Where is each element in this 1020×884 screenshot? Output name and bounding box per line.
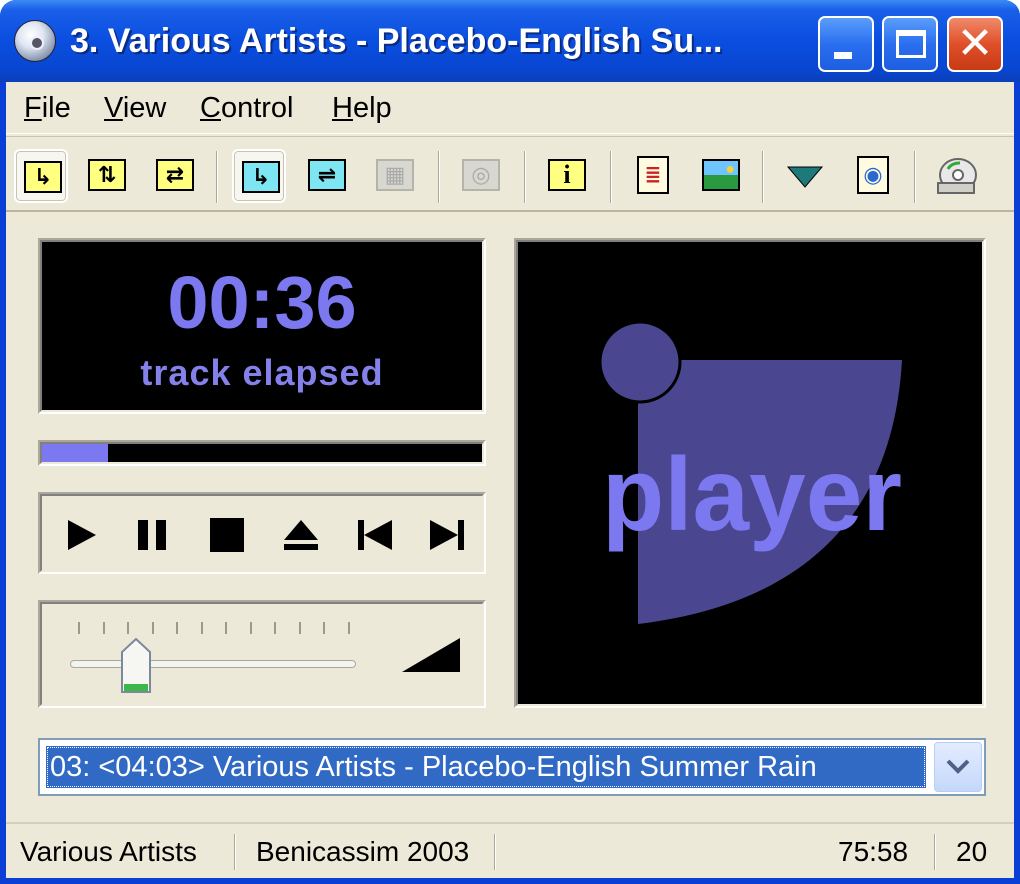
pause-button[interactable] <box>128 512 178 558</box>
shuffle-icon: ⇌ <box>308 159 346 191</box>
minimize-icon <box>834 52 852 59</box>
playlist-icon: ≣ <box>637 156 669 194</box>
album-art-icon: ● <box>702 159 740 191</box>
stop-button[interactable] <box>202 512 252 558</box>
menu-control[interactable]: Control <box>200 92 294 125</box>
transport-controls <box>38 492 486 574</box>
track-select-dropdown[interactable]: 03: <04:03> Various Artists - Placebo-En… <box>38 738 986 796</box>
volume-tick <box>298 622 301 634</box>
volume-tick <box>274 622 276 634</box>
next-track-button[interactable] <box>422 512 472 558</box>
dropdown-button[interactable] <box>934 742 982 792</box>
volume-level-icon <box>402 638 460 672</box>
shuffle-button[interactable]: ⇌ <box>300 149 354 203</box>
intro-scan-button[interactable]: ▦ <box>368 149 422 203</box>
cd-settings-button[interactable] <box>930 149 984 203</box>
logo-text: player <box>602 437 902 553</box>
volume-control <box>38 600 486 708</box>
normal-order-icon: ↳ <box>242 161 280 193</box>
repeat-all-button[interactable]: ⇄ <box>148 149 202 203</box>
chevron-down-icon <box>946 759 970 774</box>
continuous-play-button[interactable]: ↳ <box>14 149 68 203</box>
next-track-icon <box>430 520 464 550</box>
cd-player-app-icon[interactable] <box>14 20 56 62</box>
web-lookup-button[interactable]: ◉ <box>846 149 900 203</box>
track-progress-bar[interactable] <box>38 440 486 466</box>
volume-tick <box>347 622 350 634</box>
status-bar: Various Artists Benicassim 2003 75:58 20 <box>6 822 1014 878</box>
repeat-all-icon: ⇄ <box>156 159 194 191</box>
volume-tick <box>102 622 105 634</box>
eject-button[interactable] <box>276 512 326 558</box>
selected-track[interactable]: 03: <04:03> Various Artists - Placebo-En… <box>46 746 926 788</box>
title-bar[interactable]: 3. Various Artists - Placebo-English Su.… <box>0 0 1020 82</box>
volume-tick <box>127 622 129 634</box>
minimize-button[interactable] <box>818 16 874 72</box>
info-button[interactable]: i <box>540 149 594 203</box>
previous-track-icon <box>358 520 392 550</box>
cd-info-disabled-icon: ◎ <box>462 159 500 191</box>
window-title: 3. Various Artists - Placebo-English Su.… <box>70 22 723 60</box>
volume-tick <box>323 622 325 634</box>
volume-tick <box>249 622 252 634</box>
status-album: Benicassim 2003 <box>256 836 470 867</box>
volume-slider-track[interactable] <box>70 660 356 668</box>
continuous-play-icon: ↳ <box>24 161 62 193</box>
volume-slider-thumb[interactable] <box>120 638 151 694</box>
close-button[interactable]: ✕ <box>947 16 1003 72</box>
album-art-display: player <box>514 238 986 708</box>
pause-icon <box>138 520 166 550</box>
time-mode-label: track elapsed <box>140 352 384 393</box>
album-art-button[interactable]: ● <box>694 149 748 203</box>
stop-icon <box>210 518 244 552</box>
menu-bar: File View Control Help <box>6 82 1014 134</box>
menu-file[interactable]: File <box>24 92 71 125</box>
menu-view[interactable]: View <box>104 92 166 125</box>
client-area: File View Control Help ↳ ⇅ ⇄ ↳ ⇌ ▦ ◎ i ≣… <box>6 82 1014 878</box>
volume-tick <box>225 622 227 634</box>
info-icon: i <box>548 159 586 191</box>
volume-tick <box>78 622 80 634</box>
volume-tick <box>176 622 178 634</box>
cd-info-disabled-button[interactable]: ◎ <box>454 149 508 203</box>
normal-order-button[interactable]: ↳ <box>232 149 286 203</box>
play-icon <box>68 520 96 550</box>
progress-fill <box>42 444 108 462</box>
status-artist: Various Artists <box>20 836 197 867</box>
cd-settings-icon <box>937 158 977 194</box>
repeat-track-button[interactable]: ⇅ <box>80 149 134 203</box>
playlist-button[interactable]: ≣ <box>626 149 680 203</box>
toolbar: ↳ ⇅ ⇄ ↳ ⇌ ▦ ◎ i ≣ ● ◉ <box>6 136 1014 212</box>
window: 3. Various Artists - Placebo-English Su.… <box>0 0 1020 884</box>
repeat-track-icon: ⇅ <box>88 159 126 191</box>
volume-tick <box>151 622 154 634</box>
web-lookup-icon: ◉ <box>857 156 889 194</box>
previous-track-button[interactable] <box>350 512 400 558</box>
status-track-count: 20 <box>956 836 988 867</box>
volume-tick <box>200 622 203 634</box>
menu-help[interactable]: Help <box>332 92 392 125</box>
player-logo: player <box>598 320 902 624</box>
eject-icon <box>284 520 318 550</box>
download-arrow-icon <box>786 166 824 188</box>
play-button[interactable] <box>56 512 106 558</box>
status-total-time: 75:58 <box>838 836 909 867</box>
download-arrow-button[interactable] <box>778 149 832 203</box>
time-display[interactable]: 00:36 track elapsed <box>38 238 486 414</box>
intro-scan-icon: ▦ <box>376 159 414 191</box>
maximize-button[interactable] <box>882 16 938 72</box>
close-icon: ✕ <box>956 19 994 68</box>
maximize-icon <box>896 30 926 58</box>
elapsed-time: 00:36 <box>167 261 357 344</box>
